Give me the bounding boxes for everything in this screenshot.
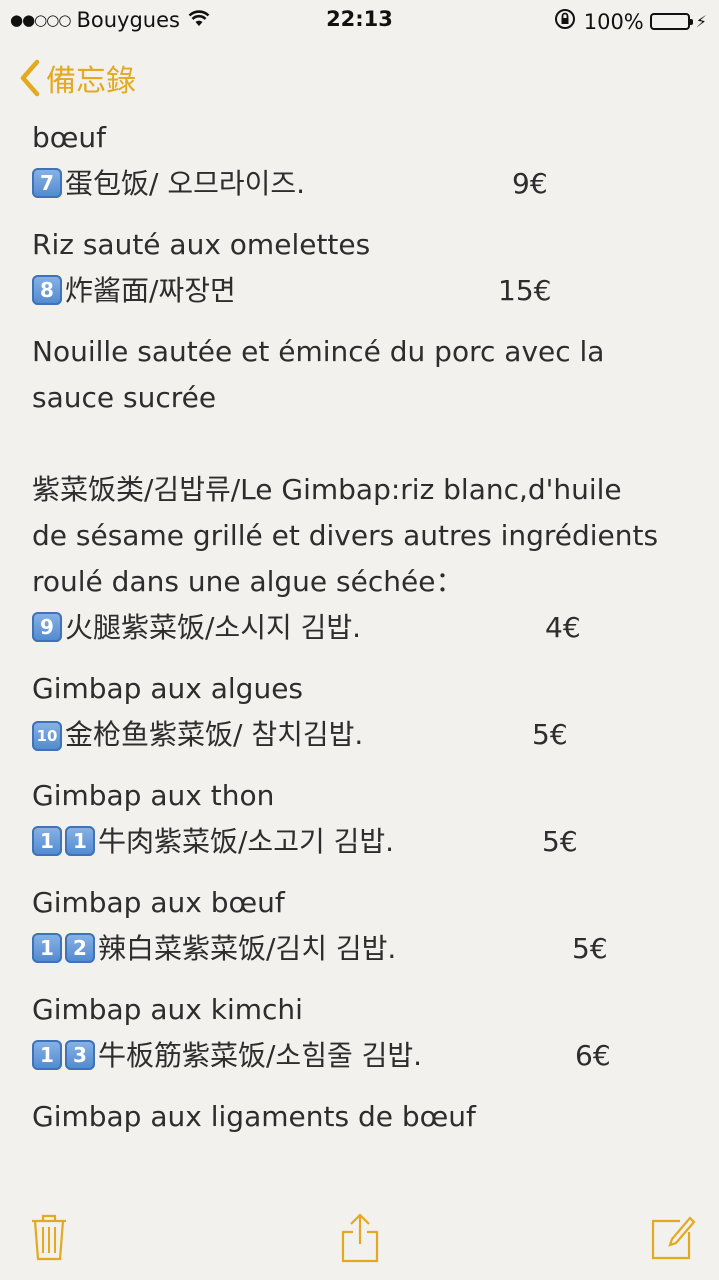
keycap-9: 9	[32, 612, 62, 642]
status-right: 100% ⚡	[554, 8, 707, 35]
item-description: Gimbap aux thon	[32, 779, 275, 812]
keycap-1: 1	[65, 826, 95, 856]
item-name: 牛板筋紫菜饭/소힘줄 김밥.	[98, 1039, 423, 1072]
back-label: 備忘錄	[46, 64, 136, 99]
item-description: Gimbap aux algues	[32, 672, 304, 705]
keycap-7: 7	[32, 168, 62, 198]
note-line: bœuf	[32, 121, 107, 154]
keycap-1: 1	[32, 826, 62, 856]
keycap-10: 10	[32, 721, 62, 751]
compose-icon[interactable]	[650, 1212, 696, 1266]
note-body[interactable]: bœuf 7 蛋包饭/ 오므라이즈. 9€ Riz sauté aux omele…	[32, 115, 692, 1140]
menu-item-7: 7 蛋包饭/ 오므라이즈. 9€	[32, 161, 692, 207]
menu-item-12: 1 2 辣白菜紫菜饭/김치 김밥. 5€	[32, 926, 692, 972]
item-description: Gimbap aux ligaments de bœuf	[32, 1100, 476, 1133]
section-header: 紫菜饭类/김밥류/Le Gimbap:riz blanc,d'huile	[32, 473, 622, 506]
menu-item-11: 1 1 牛肉紫菜饭/소고기 김밥. 5€	[32, 819, 692, 865]
item-price: 9€	[512, 167, 548, 200]
item-description: Gimbap aux bœuf	[32, 886, 285, 919]
keycap-1: 1	[32, 1040, 62, 1070]
item-name: 金枪鱼紫菜饭/ 참치김밥.	[65, 718, 364, 751]
menu-item-8: 8 炸酱面/짜장면 15€	[32, 268, 692, 314]
share-icon[interactable]	[340, 1212, 380, 1268]
keycap-2: 2	[65, 933, 95, 963]
bottom-toolbar	[0, 1200, 719, 1280]
item-description: Gimbap aux kimchi	[32, 993, 303, 1026]
item-price: 5€	[542, 825, 578, 858]
item-price: 4€	[545, 611, 581, 644]
item-name: 辣白菜紫菜饭/김치 김밥.	[98, 932, 397, 965]
item-name: 牛肉紫菜饭/소고기 김밥.	[98, 825, 395, 858]
item-price: 15€	[498, 274, 552, 307]
item-description: Riz sauté aux omelettes	[32, 228, 371, 261]
battery-percent: 100%	[583, 9, 644, 34]
item-description: Nouille sautée et émincé du porc avec la	[32, 335, 605, 368]
battery-icon	[649, 13, 693, 30]
item-price: 5€	[572, 932, 608, 965]
trash-icon[interactable]	[30, 1212, 68, 1266]
keycap-1: 1	[32, 933, 62, 963]
charging-icon: ⚡	[695, 12, 707, 31]
menu-item-9: 9 火腿紫菜饭/소시지 김밥. 4€	[32, 605, 692, 651]
section-header: de sésame grillé et divers autres ingréd…	[32, 519, 659, 552]
item-description: sauce sucrée	[32, 381, 217, 414]
menu-item-10: 10 金枪鱼紫菜饭/ 참치김밥. 5€	[32, 712, 692, 758]
item-price: 6€	[575, 1039, 611, 1072]
chevron-left-icon	[18, 58, 40, 98]
status-bar: ●●○○○ Bouygues 22:13 100% ⚡	[0, 0, 719, 40]
keycap-3: 3	[65, 1040, 95, 1070]
menu-item-13: 1 3 牛板筋紫菜饭/소힘줄 김밥. 6€	[32, 1033, 692, 1079]
item-name: 炸酱面/짜장면	[65, 274, 236, 307]
item-name: 火腿紫菜饭/소시지 김밥.	[65, 611, 362, 644]
back-button[interactable]: 備忘錄	[18, 56, 136, 100]
keycap-8: 8	[32, 275, 62, 305]
item-name: 蛋包饭/ 오므라이즈.	[65, 167, 306, 200]
item-price: 5€	[532, 718, 568, 751]
rotation-lock-icon	[554, 8, 576, 35]
section-header: roulé dans une algue séchée：	[32, 565, 464, 598]
